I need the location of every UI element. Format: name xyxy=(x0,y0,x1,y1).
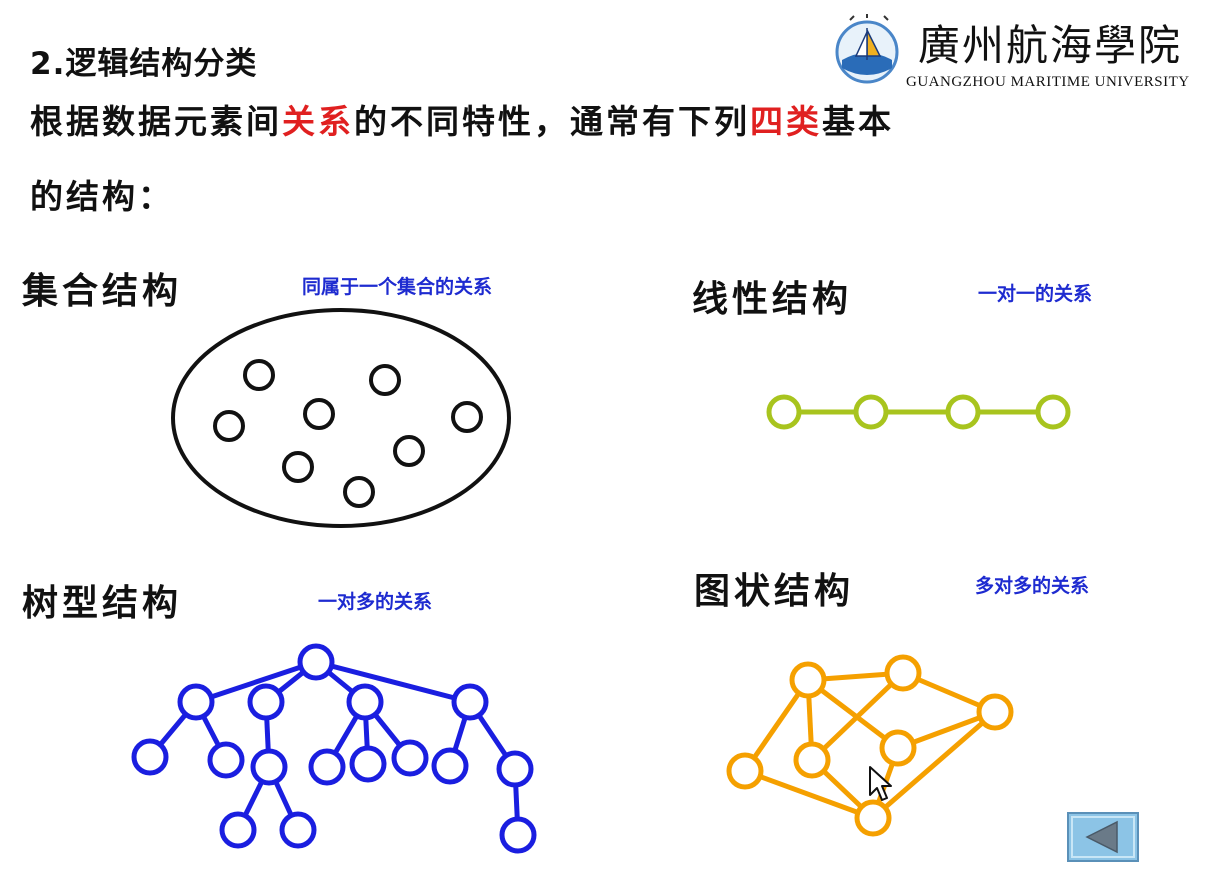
set-node xyxy=(303,398,335,430)
linear-node xyxy=(945,394,981,430)
graph-node xyxy=(854,799,892,837)
tree-node xyxy=(177,683,215,721)
tree-node xyxy=(349,745,387,783)
tree-node xyxy=(496,750,534,788)
set-node xyxy=(393,435,425,467)
back-button[interactable] xyxy=(1067,812,1139,862)
set-node xyxy=(369,364,401,396)
graph-node xyxy=(879,729,917,767)
set-node xyxy=(213,410,245,442)
tree-node xyxy=(308,748,346,786)
graph-node xyxy=(884,654,922,692)
graph-node xyxy=(789,661,827,699)
set-diagram xyxy=(171,308,511,528)
linear-diagram xyxy=(766,394,1071,430)
set-node xyxy=(282,451,314,483)
tree-node xyxy=(346,683,384,721)
linear-node xyxy=(853,394,889,430)
tree-diagram xyxy=(131,643,537,854)
structure-diagrams xyxy=(131,308,1071,854)
tree-node xyxy=(207,741,245,779)
graph-nodes xyxy=(726,654,1014,837)
graph-diagram xyxy=(726,654,1014,837)
tree-node-root xyxy=(297,643,335,681)
graph-node xyxy=(726,752,764,790)
set-node xyxy=(243,359,275,391)
linear-node xyxy=(766,394,802,430)
tree-node xyxy=(131,738,169,776)
tree-node xyxy=(279,811,317,849)
set-node xyxy=(451,401,483,433)
tree-node xyxy=(250,748,288,786)
graph-node xyxy=(793,741,831,779)
tree-node xyxy=(431,747,469,785)
tree-node xyxy=(247,683,285,721)
tree-node xyxy=(451,683,489,721)
tree-node xyxy=(219,811,257,849)
mouse-cursor-icon xyxy=(869,766,892,801)
graph-node xyxy=(976,693,1014,731)
linear-node xyxy=(1035,394,1071,430)
tree-node xyxy=(391,739,429,777)
tree-node xyxy=(499,816,537,854)
set-node xyxy=(343,476,375,508)
